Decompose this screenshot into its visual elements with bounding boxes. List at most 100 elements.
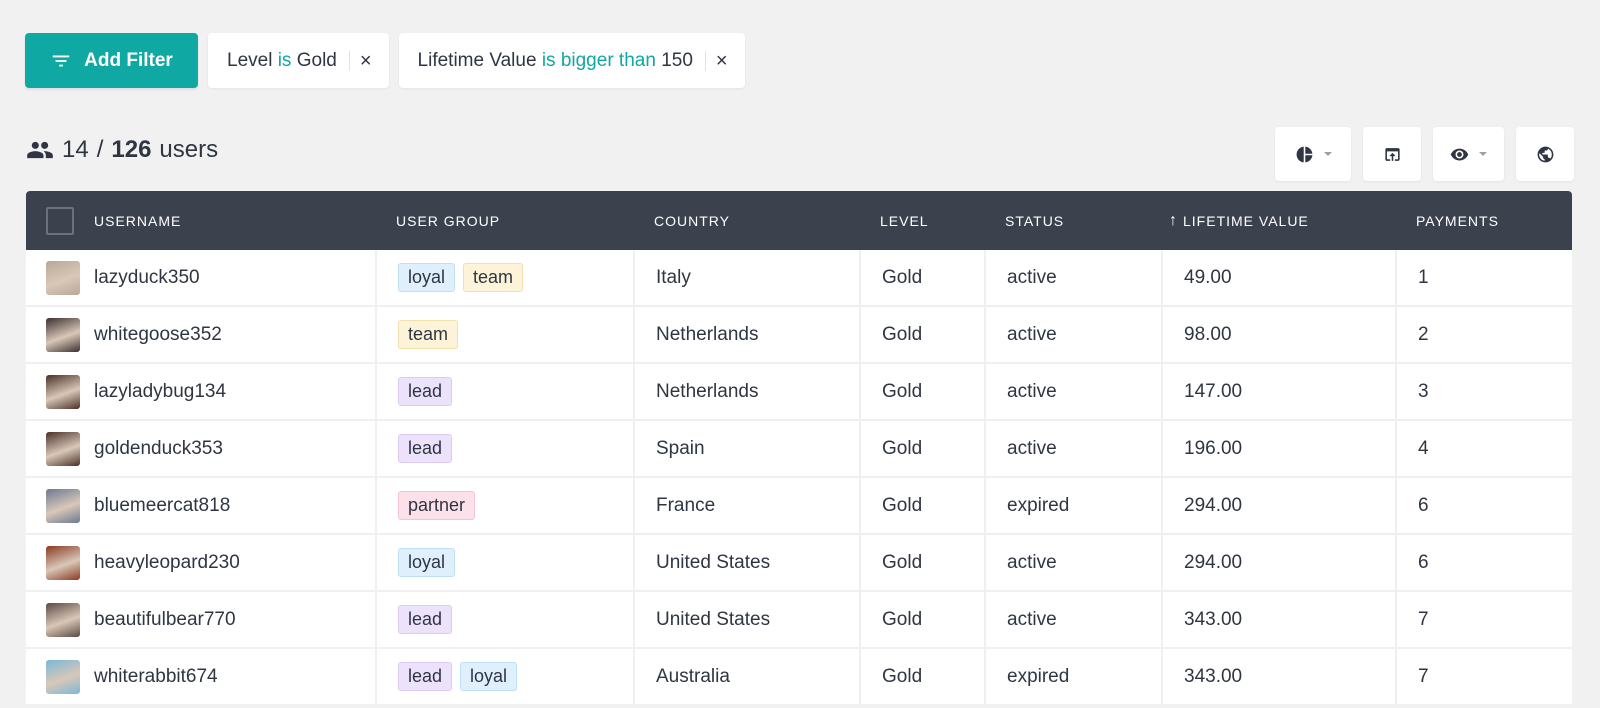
table-row[interactable]: bluemeercat818 partner France Gold expir… (26, 478, 1572, 535)
filter-field: Level (227, 49, 273, 71)
country: Australia (656, 665, 730, 687)
cell-username: beautifulbear770 (26, 592, 375, 647)
username[interactable]: beautifulbear770 (94, 609, 236, 631)
cell-user-group: lead (375, 592, 633, 647)
add-filter-button[interactable]: Add Filter (25, 33, 198, 88)
payments: 1 (1418, 266, 1429, 288)
avatar (46, 374, 80, 409)
cell-lifetime-value: 49.00 (1161, 250, 1395, 305)
group-tag-loyal: loyal (398, 263, 456, 292)
chevron-down-icon (1323, 152, 1332, 156)
status: active (1007, 551, 1057, 573)
level: Gold (882, 266, 923, 288)
filter-chip-lifetime-value[interactable]: Lifetime Value is bigger than 150 × (398, 33, 745, 88)
cell-level: Gold (859, 535, 984, 590)
cell-level: Gold (859, 421, 984, 476)
level: Gold (882, 494, 923, 516)
level: Gold (882, 665, 923, 687)
chart-button[interactable] (1275, 127, 1351, 181)
cell-username: lazyladybug134 (26, 364, 375, 419)
cell-status: active (984, 421, 1161, 476)
column-lifetime-value[interactable]: ↑ LIFETIME VALUE (1161, 191, 1395, 250)
payments: 2 (1418, 323, 1429, 345)
column-user-group[interactable]: USER GROUP (375, 191, 633, 250)
cell-payments: 3 (1395, 364, 1572, 419)
group-tag-lead: lead (398, 434, 453, 463)
globe-button[interactable] (1516, 127, 1574, 181)
lifetime-value: 294.00 (1184, 494, 1243, 516)
user-count: 14 / 126 users (26, 136, 218, 164)
column-label: LIFETIME VALUE (1183, 212, 1309, 229)
column-username[interactable]: USERNAME (26, 191, 375, 250)
table-row[interactable]: beautifulbear770 lead United States Gold… (26, 592, 1572, 649)
cell-username: whiterabbit674 (26, 649, 375, 704)
shown-count: 14 (62, 136, 89, 163)
cell-level: Gold (859, 307, 984, 362)
cell-username: goldenduck353 (26, 421, 375, 476)
username[interactable]: whitegoose352 (94, 324, 222, 346)
cell-username: lazyduck350 (26, 250, 375, 305)
table-row[interactable]: lazyduck350 loyal team Italy Gold active … (26, 250, 1572, 307)
lifetime-value: 49.00 (1184, 266, 1232, 288)
toolbar (1275, 127, 1574, 181)
avatar (46, 317, 80, 352)
username[interactable]: bluemeercat818 (94, 495, 230, 517)
avatar (46, 602, 80, 637)
country: Netherlands (656, 380, 759, 402)
username[interactable]: lazyladybug134 (94, 381, 226, 403)
export-button[interactable] (1363, 127, 1421, 181)
add-filter-label: Add Filter (84, 49, 173, 71)
username[interactable]: goldenduck353 (94, 438, 223, 460)
table-row[interactable]: whiterabbit674 lead loyal Australia Gold … (26, 649, 1572, 706)
cell-payments: 2 (1395, 307, 1572, 362)
cell-status: active (984, 250, 1161, 305)
filter-field: Lifetime Value (417, 49, 537, 71)
country: United States (656, 551, 771, 573)
users-table: USERNAME USER GROUP COUNTRY LEVEL STATUS… (26, 191, 1572, 706)
country: France (656, 494, 716, 516)
cell-country: Spain (633, 421, 859, 476)
avatar (46, 260, 80, 295)
group-tag-loyal: loyal (460, 662, 518, 691)
table-body: lazyduck350 loyal team Italy Gold active … (26, 250, 1572, 706)
filter-chip-level[interactable]: Level is Gold × (208, 33, 389, 88)
table-row[interactable]: heavyleopard230 loyal United States Gold… (26, 535, 1572, 592)
filter-value: Gold (296, 49, 337, 71)
country: Netherlands (656, 323, 759, 345)
cell-user-group: loyal team (375, 250, 633, 305)
status: active (1007, 323, 1057, 345)
close-icon[interactable]: × (360, 51, 372, 71)
lifetime-value: 98.00 (1184, 323, 1232, 345)
close-icon[interactable]: × (716, 51, 728, 71)
table-row[interactable]: lazyladybug134 lead Netherlands Gold act… (26, 364, 1572, 421)
status: active (1007, 608, 1057, 630)
table-row[interactable]: whitegoose352 team Netherlands Gold acti… (26, 307, 1572, 364)
select-all-checkbox[interactable] (46, 206, 74, 235)
column-payments[interactable]: PAYMENTS (1395, 191, 1572, 250)
column-country[interactable]: COUNTRY (633, 191, 859, 250)
cell-status: active (984, 592, 1161, 647)
level: Gold (882, 551, 923, 573)
status: active (1007, 266, 1057, 288)
cell-country: France (633, 478, 859, 533)
payments: 6 (1418, 551, 1429, 573)
cell-username: bluemeercat818 (26, 478, 375, 533)
visibility-button[interactable] (1433, 127, 1504, 181)
cell-lifetime-value: 294.00 (1161, 478, 1395, 533)
cell-user-group: lead loyal (375, 649, 633, 704)
column-level[interactable]: LEVEL (859, 191, 984, 250)
username[interactable]: heavyleopard230 (94, 552, 240, 574)
cell-country: United States (633, 535, 859, 590)
group-tag-lead: lead (398, 377, 453, 406)
lifetime-value: 196.00 (1184, 437, 1243, 459)
filter-icon (52, 55, 70, 66)
filter-operator: is (277, 49, 292, 71)
username[interactable]: whiterabbit674 (94, 666, 218, 688)
table-row[interactable]: goldenduck353 lead Spain Gold active 196… (26, 421, 1572, 478)
count-unit: users (159, 136, 219, 163)
cell-lifetime-value: 147.00 (1161, 364, 1395, 419)
username[interactable]: lazyduck350 (94, 267, 200, 289)
chevron-down-icon (1479, 152, 1487, 156)
column-status[interactable]: STATUS (984, 191, 1161, 250)
cell-username: heavyleopard230 (26, 535, 375, 590)
